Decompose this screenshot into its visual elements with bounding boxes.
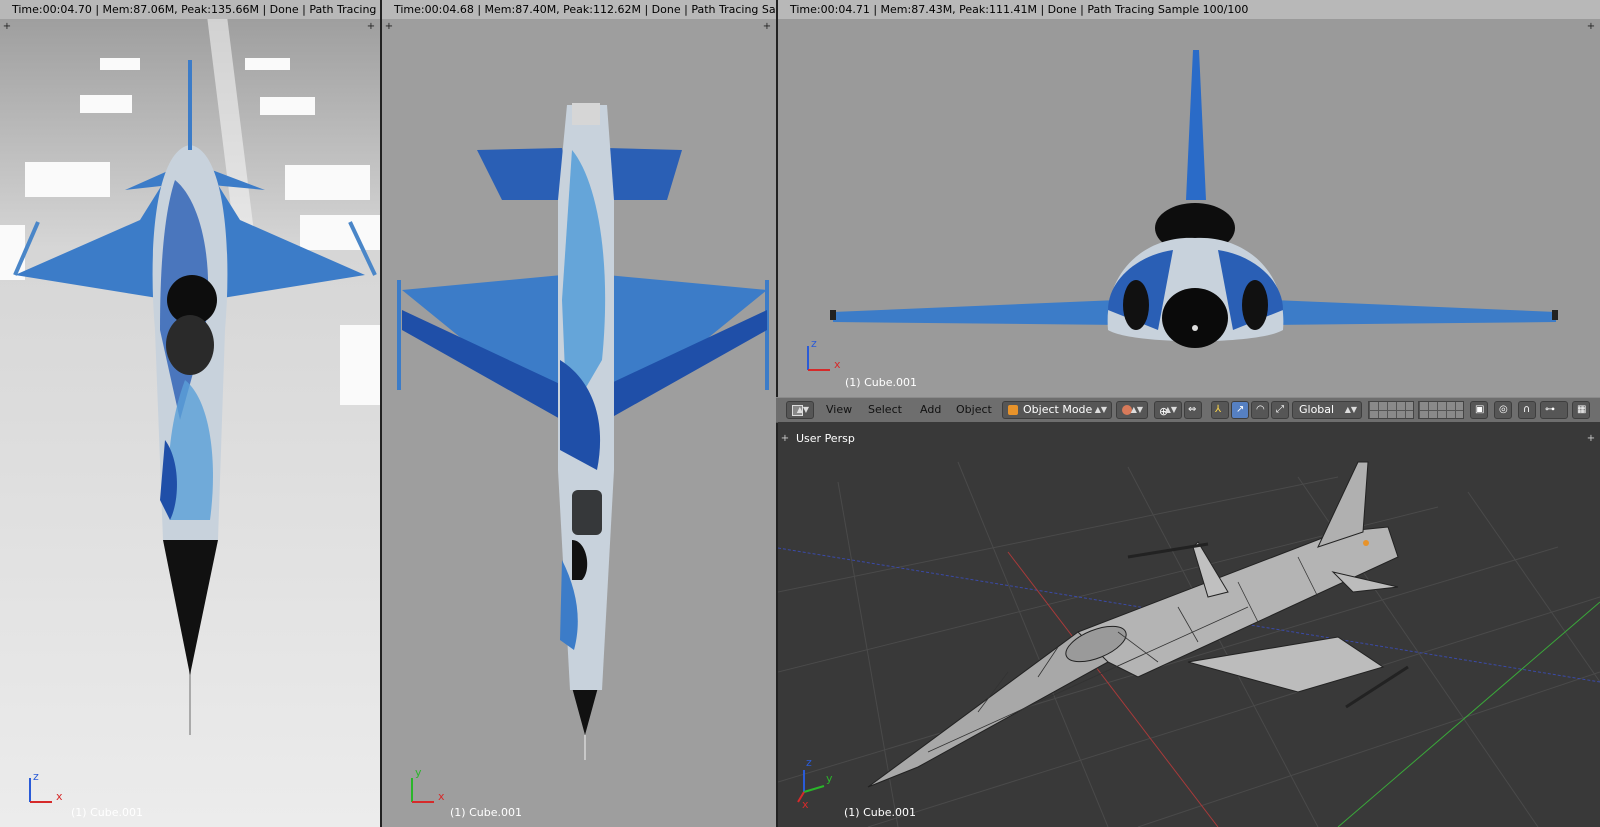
area-split-handle-icon[interactable]: + (1586, 434, 1596, 444)
arrow-icon: ↗ (1236, 404, 1245, 415)
render-left (0, 0, 380, 827)
mode-select[interactable]: Object Mode ▲▼ (1002, 401, 1112, 419)
axis-up-label: y (415, 766, 422, 779)
axis-right-label: x (56, 790, 63, 803)
pivot-select[interactable]: ⊕ ▲▼ (1154, 401, 1182, 419)
translate-button[interactable]: ↗ (1231, 401, 1249, 419)
snap-icon: ⊶ (1545, 404, 1555, 415)
viewport-3d[interactable]: User Persp + + z y x (1) Cube.001 (778, 422, 1600, 827)
axis-up-label: z (33, 770, 39, 783)
scale-button[interactable]: ⤢ (1271, 401, 1289, 419)
magnet-icon: ∩ (1523, 404, 1531, 415)
axis-gizmo-icon (411, 778, 434, 803)
circle-icon: ◎ (1499, 404, 1508, 415)
viewport-middle[interactable]: Time:00:04.68 | Mem:87.40M, Peak:112.62M… (382, 0, 776, 827)
render-status-middle: Time:00:04.68 | Mem:87.40M, Peak:112.62M… (382, 0, 776, 19)
area-split-handle-icon[interactable]: + (762, 22, 772, 32)
layer-lock-button[interactable]: ▣ (1470, 401, 1488, 419)
menu-view[interactable]: View (826, 401, 852, 419)
axis-gizmo-icon (807, 346, 830, 371)
camera-icon: ▦ (1577, 404, 1587, 415)
manipulator-icon: ⇔ (1188, 404, 1197, 415)
rotate-icon: ◠ (1256, 404, 1265, 415)
object-label: (1) Cube.001 (71, 806, 143, 819)
orientation-label: Global (1299, 403, 1335, 416)
proportional-edit-button[interactable]: ◎ (1494, 401, 1512, 419)
area-split-handle-icon[interactable]: + (780, 434, 790, 444)
snap-element-select[interactable]: ⊶ (1540, 401, 1568, 419)
render-top-right (778, 0, 1600, 397)
axis-up-label: z (806, 756, 812, 769)
editor-type-button[interactable]: ▲▼ (786, 401, 814, 419)
translate-manipulator[interactable]: ⅄ (1211, 401, 1229, 419)
axis-right-label: y (826, 772, 833, 785)
render-preview-button[interactable]: ▦ (1572, 401, 1590, 419)
axes-icon: ⅄ (1215, 404, 1222, 415)
axis-up-label: z (811, 337, 817, 350)
object-label: (1) Cube.001 (844, 806, 916, 819)
axis-left-label: x (802, 798, 809, 811)
viewport-top-right[interactable]: Time:00:04.71 | Mem:87.43M, Peak:111.41M… (778, 0, 1600, 397)
orientation-select[interactable]: Global ▲▼ (1292, 401, 1362, 419)
object-label: (1) Cube.001 (845, 376, 917, 389)
render-status-top-right: Time:00:04.71 | Mem:87.43M, Peak:111.41M… (778, 0, 1600, 19)
object-mode-icon (1008, 405, 1018, 415)
render-status-left: Time:00:04.70 | Mem:87.06M, Peak:135.66M… (0, 0, 380, 19)
manipulator-toggle[interactable]: ⇔ (1184, 401, 1202, 419)
area-split-handle-icon[interactable]: + (1586, 22, 1596, 32)
layer-buttons[interactable] (1368, 401, 1414, 419)
viewport-left[interactable]: Time:00:04.70 | Mem:87.06M, Peak:135.66M… (0, 0, 380, 827)
view-name-label: User Persp (796, 432, 855, 445)
menu-object[interactable]: Object (956, 401, 992, 419)
lock-icon: ▣ (1475, 404, 1485, 415)
axis-right-label: x (438, 790, 445, 803)
area-split-handle-icon[interactable]: + (384, 22, 394, 32)
menu-add[interactable]: Add (920, 401, 941, 419)
scale-icon: ⤢ (1276, 404, 1284, 415)
axis-gizmo-icon (29, 778, 52, 803)
view3d-header: ▲▼ View Select Add Object Object Mode ▲▼… (776, 397, 1600, 423)
mode-label: Object Mode (1023, 403, 1093, 416)
area-split-handle-icon[interactable]: + (366, 22, 376, 32)
object-label: (1) Cube.001 (450, 806, 522, 819)
shading-select[interactable]: ▲▼ (1116, 401, 1148, 419)
menu-select[interactable]: Select (868, 401, 902, 419)
layer-buttons[interactable] (1418, 401, 1464, 419)
area-split-handle-icon[interactable]: + (2, 22, 12, 32)
render-middle (382, 0, 776, 827)
rotate-button[interactable]: ◠ (1251, 401, 1269, 419)
axis-right-label: x (834, 358, 841, 371)
viewport-3d-canvas (778, 422, 1600, 827)
snap-toggle[interactable]: ∩ (1518, 401, 1536, 419)
